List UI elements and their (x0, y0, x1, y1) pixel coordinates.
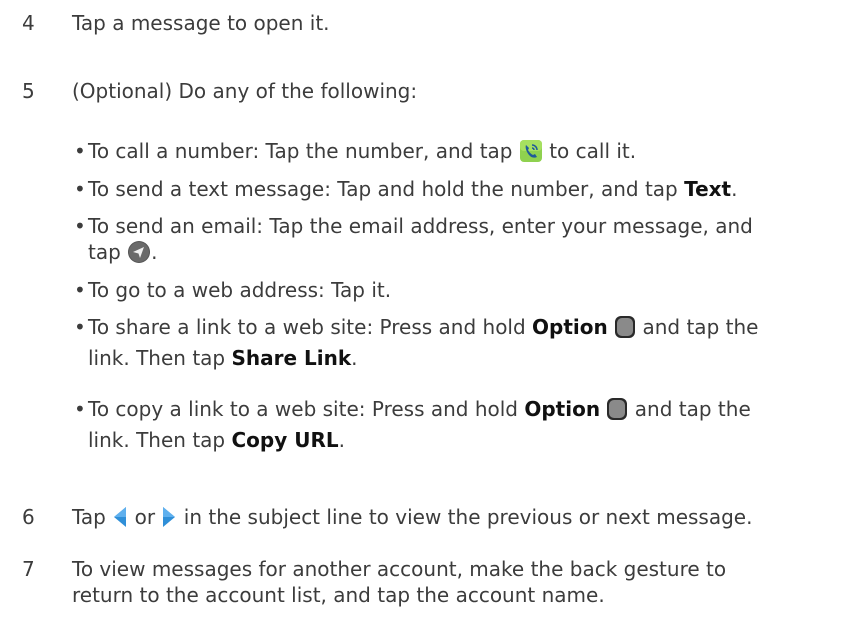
step-text: Tap a message to open it. (72, 11, 330, 35)
bullet-text: link. Then tap (88, 346, 226, 370)
bullet-text: and tap the (634, 397, 751, 421)
option-key-label: Option (524, 397, 601, 421)
step-text: To view messages for another account, ma… (72, 557, 727, 581)
bullet-text: to call it. (549, 139, 637, 163)
bullet-text: tap (88, 240, 121, 264)
next-arrow-icon (161, 505, 177, 535)
bullet-text: To go to a web address: Tap it. (88, 278, 392, 302)
bullet-dot: • (74, 278, 86, 302)
bullet-text: link. Then tap (88, 428, 226, 452)
share-link-label: Share Link (231, 346, 352, 370)
bullet-text: . (351, 346, 358, 370)
bullet-text: . (151, 240, 158, 264)
step-number: 7 (22, 557, 35, 581)
bullet-text: and tap the (642, 315, 759, 339)
step-text: in the subject line to view the previous… (183, 505, 753, 529)
bullet-text: . (338, 428, 345, 452)
step-number: 6 (22, 505, 35, 529)
option-key-icon (606, 397, 628, 427)
bullet-dot: • (74, 315, 86, 339)
step-number: 4 (22, 11, 35, 35)
step-text: return to the account list, and tap the … (72, 583, 605, 607)
bullet-dot: • (74, 214, 86, 238)
step-text: or (134, 505, 156, 529)
bullet-text: . (731, 177, 738, 201)
bullet-dot: • (74, 139, 86, 163)
option-key-label: Option (532, 315, 608, 339)
bullet-text: To send a text message: Tap and hold the… (88, 177, 678, 201)
bullet-text: To call a number: Tap the number, and ta… (88, 139, 513, 163)
previous-arrow-icon (112, 505, 128, 535)
send-icon (127, 240, 151, 270)
phone-call-icon (519, 139, 543, 169)
step-text: (Optional) Do any of the following: (72, 79, 418, 103)
bullet-dot: • (74, 397, 86, 421)
bullet-text: To copy a link to a web site: Press and … (88, 397, 518, 421)
step-number: 5 (22, 79, 35, 103)
option-key-icon (614, 315, 636, 345)
bullet-text: To send an email: Tap the email address,… (88, 214, 753, 238)
text-button-label: Text (684, 177, 732, 201)
step-text: Tap (72, 505, 106, 529)
copy-url-label: Copy URL (231, 428, 339, 452)
bullet-text: To share a link to a web site: Press and… (88, 315, 526, 339)
bullet-dot: • (74, 177, 86, 201)
